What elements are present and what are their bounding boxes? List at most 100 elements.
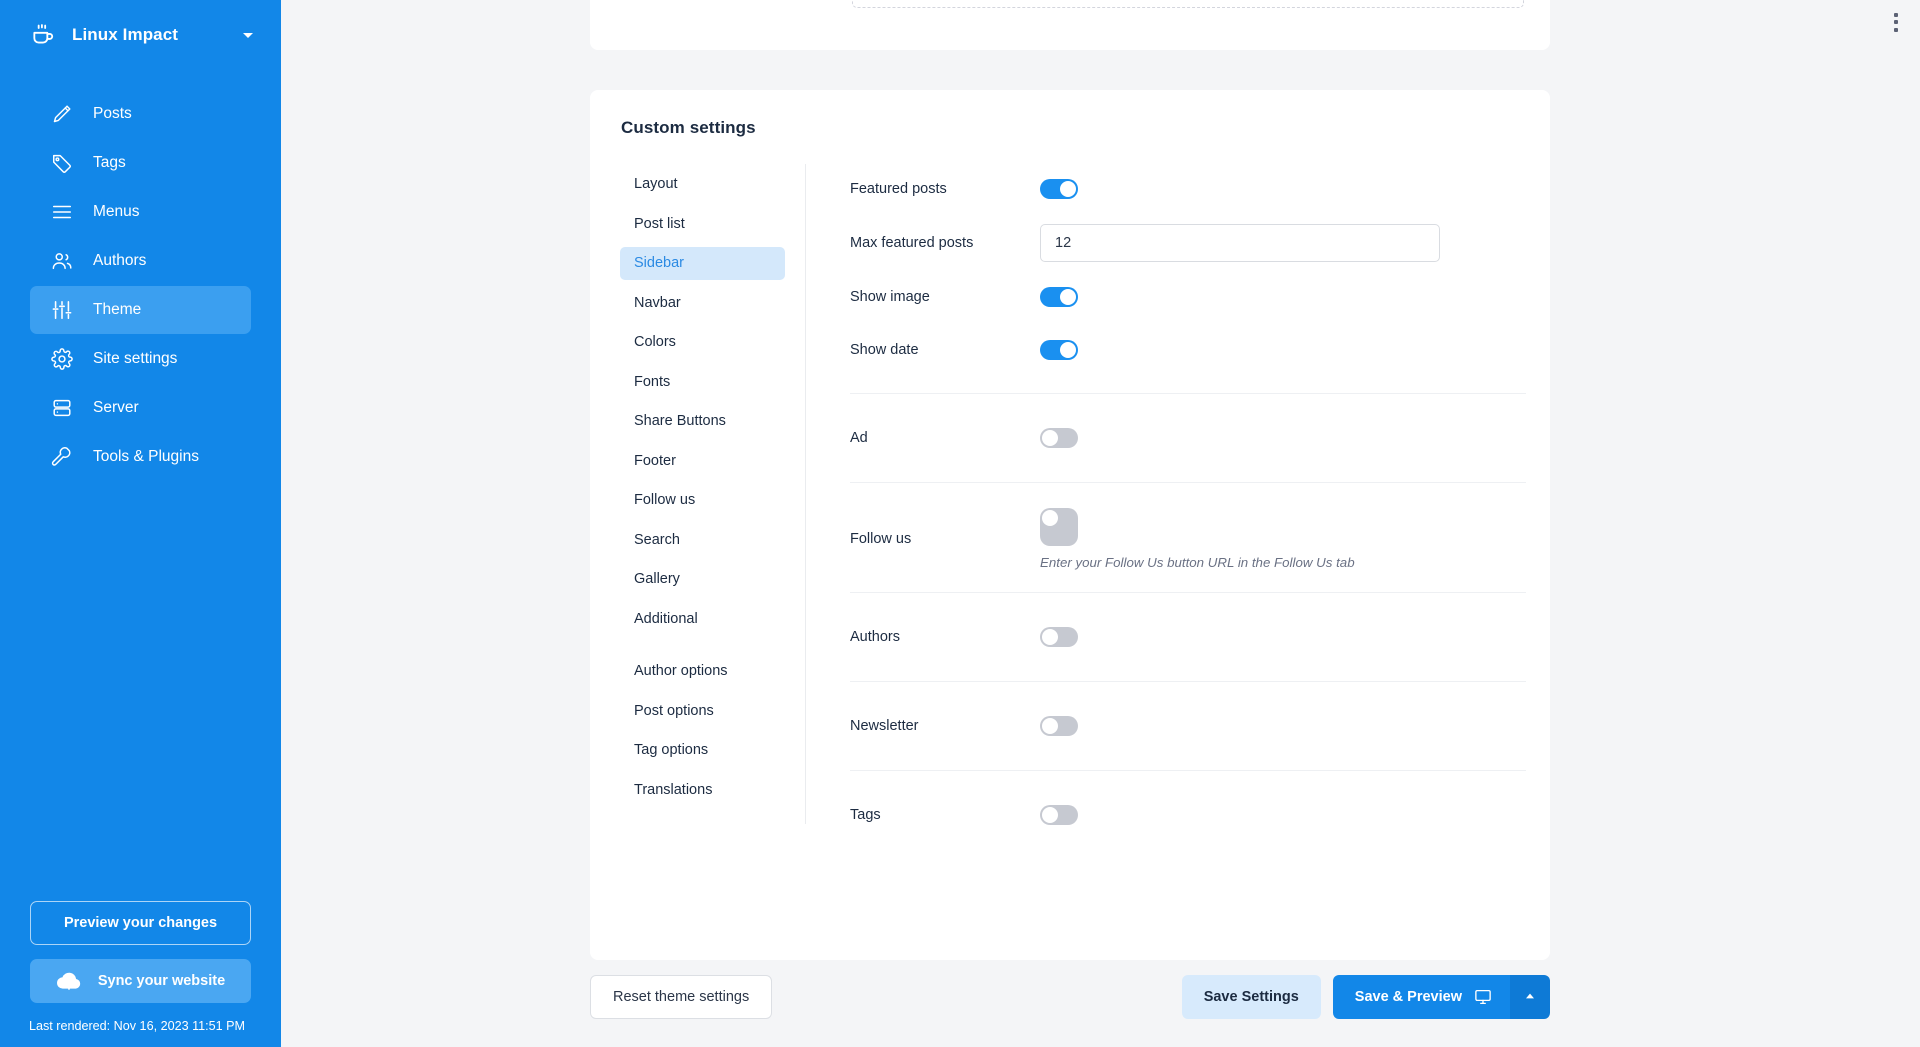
preview-changes-button[interactable]: Preview your changes [30, 901, 251, 945]
primary-actions: Save Settings Save & Preview [1181, 975, 1550, 1019]
settings-group-featured: Featured posts Max featured posts Show i… [850, 164, 1526, 393]
last-rendered-text: Last rendered: Nov 16, 2023 11:51 PM [28, 1019, 246, 1033]
show-image-toggle[interactable] [1040, 287, 1078, 307]
tab-footer[interactable]: Footer [620, 445, 785, 478]
sidebar-item-label: Menus [93, 203, 140, 220]
sync-website-label: Sync your website [97, 973, 226, 989]
settings-tab-list: Layout Post list Sidebar Navbar Colors F… [590, 164, 785, 824]
tab-fonts[interactable]: Fonts [620, 366, 785, 399]
sidebar-item-tools-plugins[interactable]: Tools & Plugins [30, 433, 251, 481]
toggle-knob [1042, 807, 1058, 823]
save-and-preview-label: Save & Preview [1354, 989, 1462, 1005]
card-body: Layout Post list Sidebar Navbar Colors F… [590, 164, 1550, 825]
sidebar-item-site-settings[interactable]: Site settings [30, 335, 251, 383]
tab-translations[interactable]: Translations [620, 774, 785, 807]
sidebar-item-menus[interactable]: Menus [30, 188, 251, 236]
featured-posts-toggle[interactable] [1040, 179, 1078, 199]
setting-row-follow-us: Follow us Enter your Follow Us button UR… [850, 508, 1526, 570]
setting-row-show-date: Show date [850, 331, 1526, 369]
toggle-knob [1060, 289, 1076, 305]
newsletter-toggle[interactable] [1040, 716, 1078, 736]
tab-sidebar[interactable]: Sidebar [620, 247, 785, 280]
previous-card-bottom [590, 0, 1550, 50]
brand-name: Linux Impact [72, 25, 179, 44]
users-icon [51, 250, 73, 272]
monitor-icon [1474, 988, 1492, 1006]
max-featured-posts-input[interactable] [1040, 224, 1440, 262]
tab-navbar[interactable]: Navbar [620, 287, 785, 320]
setting-row-show-image: Show image [850, 278, 1526, 316]
sidebar-item-label: Posts [93, 105, 132, 122]
authors-label: Authors [850, 629, 900, 645]
tag-icon [51, 152, 73, 174]
show-image-label: Show image [850, 289, 930, 305]
save-preview-split-button: Save & Preview [1332, 975, 1550, 1019]
pencil-icon [51, 103, 73, 125]
sidebar-item-label: Site settings [93, 350, 178, 367]
coffee-cup-icon [30, 22, 56, 48]
sidebar-footer: Preview your changes Sync your website L… [0, 901, 281, 1047]
setting-row-max-featured-posts: Max featured posts [850, 224, 1526, 262]
save-preview-dropdown-button[interactable] [1510, 975, 1550, 1019]
more-vertical-icon[interactable] [1885, 9, 1907, 35]
featured-posts-label: Featured posts [850, 181, 947, 197]
dashed-dropzone [852, 0, 1524, 8]
authors-toggle[interactable] [1040, 627, 1078, 647]
newsletter-label: Newsletter [850, 718, 919, 734]
sliders-icon [51, 299, 73, 321]
tab-share-buttons[interactable]: Share Buttons [620, 405, 785, 438]
toggle-knob [1042, 629, 1058, 645]
show-date-toggle[interactable] [1040, 340, 1078, 360]
tab-post-options[interactable]: Post options [620, 695, 785, 728]
reset-theme-settings-button[interactable]: Reset theme settings [590, 975, 773, 1019]
toggle-knob [1042, 510, 1058, 526]
sidebar-item-posts[interactable]: Posts [30, 90, 251, 138]
sidebar-item-theme[interactable]: Theme [30, 286, 251, 334]
kebab-dot [1894, 27, 1898, 32]
kebab-dot [1894, 20, 1898, 24]
sync-website-button[interactable]: Sync your website [30, 959, 251, 1003]
tab-additional[interactable]: Additional [620, 603, 785, 636]
main-content: Custom settings Layout Post list Sidebar… [281, 0, 1920, 1047]
page-title: Custom settings [621, 118, 756, 137]
tab-tag-options[interactable]: Tag options [620, 734, 785, 767]
toggle-knob [1042, 718, 1058, 734]
save-settings-button[interactable]: Save Settings [1181, 975, 1321, 1019]
custom-settings-card: Custom settings Layout Post list Sidebar… [590, 90, 1550, 960]
gear-icon [51, 348, 73, 370]
toggle-knob [1060, 181, 1076, 197]
tags-toggle[interactable] [1040, 805, 1078, 825]
settings-group-ad: Ad [850, 394, 1526, 482]
toggle-knob [1060, 342, 1076, 358]
ad-label: Ad [850, 430, 868, 446]
chevron-down-icon[interactable] [241, 28, 255, 42]
save-and-preview-button[interactable]: Save & Preview [1332, 975, 1510, 1019]
last-rendered-status[interactable]: Last rendered: Nov 16, 2023 11:51 PM [28, 1019, 275, 1047]
tab-search[interactable]: Search [620, 524, 785, 557]
sidebar-item-authors[interactable]: Authors [30, 237, 251, 285]
action-bar: Reset theme settings Save Settings Save … [590, 975, 1550, 1019]
cloud-upload-icon [56, 968, 82, 994]
sidebar-item-label: Tools & Plugins [93, 448, 199, 465]
follow-us-toggle[interactable] [1040, 508, 1078, 546]
follow-us-hint: Enter your Follow Us button URL in the F… [1040, 555, 1355, 570]
tags-label: Tags [850, 807, 881, 823]
setting-row-ad: Ad [850, 419, 1526, 457]
follow-us-label: Follow us [850, 531, 912, 547]
tab-author-options[interactable]: Author options [620, 655, 785, 688]
server-icon [51, 397, 73, 419]
ad-toggle[interactable] [1040, 428, 1078, 448]
chevron-up-icon [1524, 990, 1536, 1005]
tab-colors[interactable]: Colors [620, 326, 785, 359]
tab-follow-us[interactable]: Follow us [620, 484, 785, 517]
sidebar-item-server[interactable]: Server [30, 384, 251, 432]
tab-layout[interactable]: Layout [620, 168, 785, 201]
brand-selector[interactable]: Linux Impact [0, 0, 281, 70]
setting-row-newsletter: Newsletter [850, 707, 1526, 745]
tab-gallery[interactable]: Gallery [620, 563, 785, 596]
max-featured-posts-label: Max featured posts [850, 235, 974, 251]
menu-icon [51, 201, 73, 223]
setting-row-tags: Tags [850, 796, 1526, 834]
tab-post-list[interactable]: Post list [620, 208, 785, 241]
sidebar-item-tags[interactable]: Tags [30, 139, 251, 187]
